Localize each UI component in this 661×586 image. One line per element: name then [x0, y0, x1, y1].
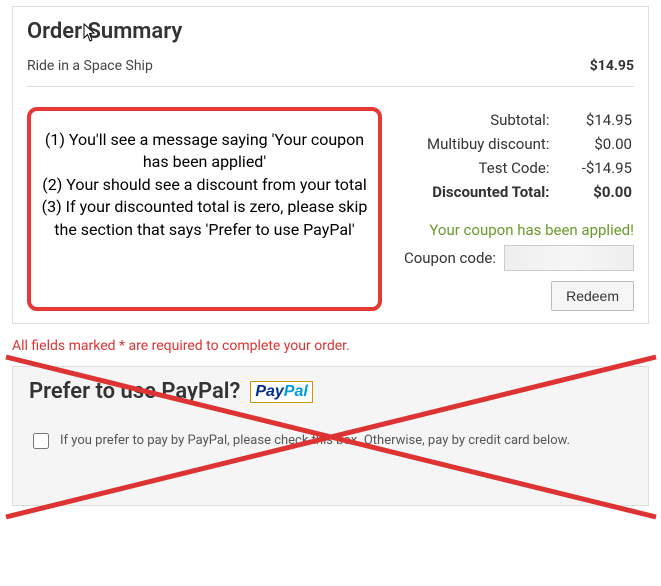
line-item-price: $14.95	[590, 58, 634, 74]
summary-table: Subtotal: $14.95 Multibuy discount: $0.0…	[396, 107, 634, 205]
paypal-section: Prefer to use PayPal? PayPal If you pref…	[12, 366, 649, 506]
callout-line-3: (3) If your discounted total is zero, pl…	[41, 196, 368, 241]
subtotal-label: Subtotal:	[398, 109, 569, 131]
multibuy-value: $0.00	[571, 133, 632, 155]
order-summary-panel: Order Summary Ride in a Space Ship $14.9…	[12, 6, 649, 324]
callout-line-2: (2) Your should see a discount from your…	[41, 174, 368, 196]
coupon-applied-message: Your coupon has been applied!	[396, 221, 634, 239]
testcode-label: Test Code:	[398, 157, 569, 179]
testcode-value: -$14.95	[571, 157, 632, 179]
line-item-name: Ride in a Space Ship	[27, 58, 153, 74]
table-row: Multibuy discount: $0.00	[398, 133, 632, 155]
multibuy-label: Multibuy discount:	[398, 133, 569, 155]
order-summary-title: Order Summary	[27, 19, 634, 44]
table-row: Test Code: -$14.95	[398, 157, 632, 179]
paypal-heading-text: Prefer to use PayPal?	[29, 379, 240, 404]
subtotal-value: $14.95	[571, 109, 632, 131]
discounted-total-value: $0.00	[571, 181, 632, 203]
table-row: Subtotal: $14.95	[398, 109, 632, 131]
paypal-logo-icon: PayPal	[250, 381, 312, 403]
instruction-callout: (1) You'll see a message saying 'Your co…	[27, 107, 382, 311]
redeem-button[interactable]: Redeem	[551, 281, 634, 311]
summary-column: Subtotal: $14.95 Multibuy discount: $0.0…	[382, 107, 634, 311]
paypal-checkbox-row[interactable]: If you prefer to pay by PayPal, please c…	[29, 432, 632, 452]
coupon-code-input[interactable]	[504, 245, 634, 271]
required-fields-note: All fields marked * are required to comp…	[12, 338, 661, 354]
paypal-checkbox[interactable]	[33, 433, 49, 449]
callout-line-1: (1) You'll see a message saying 'Your co…	[41, 129, 368, 174]
line-item-row: Ride in a Space Ship $14.95	[27, 56, 634, 87]
paypal-checkbox-label: If you prefer to pay by PayPal, please c…	[60, 432, 570, 450]
table-row: Discounted Total: $0.00	[398, 181, 632, 203]
coupon-code-label: Coupon code:	[404, 249, 496, 267]
discounted-total-label: Discounted Total:	[398, 181, 569, 203]
